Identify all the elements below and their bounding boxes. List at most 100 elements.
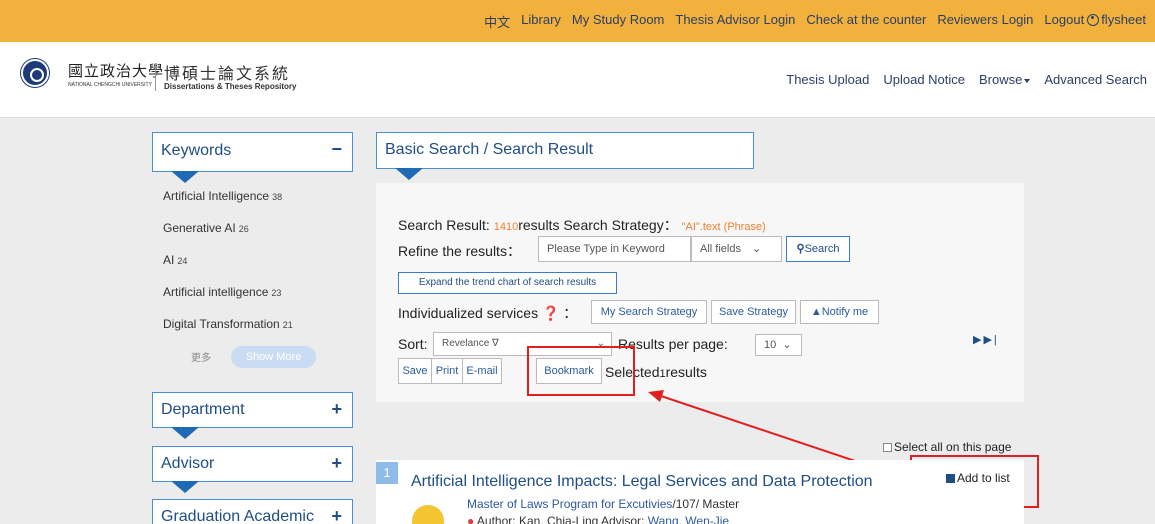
keyword-input[interactable]: Please Type in Keyword [538, 236, 691, 262]
expand-icon[interactable]: + [331, 453, 342, 474]
breadcrumb-text: Basic Search / Search Result [385, 141, 594, 158]
search-strategy: "AI".text (Phrase) [681, 221, 766, 233]
result-program-line: Master of Laws Program for Excutivies/10… [467, 497, 739, 511]
result-author-line: ● Author: Kan, Chia-Ling Advisor: Wang, … [467, 514, 729, 524]
facet-pointer-icon [171, 171, 199, 183]
individualized-services-label: Individualized services ❓ ： [398, 305, 578, 321]
breadcrumb-pointer-icon [395, 168, 423, 180]
chevron-down-icon: ⌄ [752, 243, 762, 255]
university-logo-sub: NATIONAL CHENGCHI UNIVERSITY [68, 82, 152, 88]
nav-browse-label: Browse [979, 72, 1023, 87]
advisor-facet-header[interactable]: Advisor + [152, 446, 353, 493]
keyword-label: Digital Transformation [163, 317, 280, 331]
keyword-label: Artificial Intelligence [163, 189, 270, 203]
sort-label: Sort: [398, 336, 428, 352]
selected-suffix: results [665, 364, 707, 380]
nav-thesis-upload[interactable]: Thesis Upload [786, 72, 869, 87]
main-nav: Thesis Upload Upload Notice Browse Advan… [786, 72, 1147, 87]
repository-title[interactable]: 博碩士論文系統 [164, 60, 290, 84]
keywords-facet-title: Keywords [161, 142, 232, 159]
refine-label: Refine the results： [398, 243, 521, 259]
save-button[interactable]: Save [398, 358, 432, 384]
author-label: Author: [476, 514, 516, 524]
help-icon[interactable]: ❓ [542, 305, 559, 321]
list-item[interactable]: Artificial intelligence 23 [163, 285, 293, 317]
keywords-facet-header[interactable]: Keywords − [152, 132, 353, 183]
bell-icon: ▲ [810, 306, 822, 318]
select-all-checkbox[interactable]: Select all on this page [883, 440, 1011, 454]
facet-pointer-icon [171, 427, 199, 439]
next-page-icon[interactable]: ▶ [973, 334, 983, 346]
list-item[interactable]: Digital Transformation 21 [163, 317, 293, 349]
breadcrumb: Basic Search / Search Result [376, 132, 754, 180]
logout-link[interactable]: Logout flysheet [1044, 12, 1146, 31]
keyword-count: 26 [238, 224, 249, 234]
collapse-icon[interactable]: − [331, 139, 342, 160]
search-icon: ⚲ [796, 243, 805, 255]
print-button[interactable]: Print [431, 358, 463, 384]
nav-browse[interactable]: Browse [979, 72, 1031, 87]
checked-checkbox-icon [946, 474, 955, 484]
list-item[interactable]: Artificial Intelligence 38 [163, 189, 293, 221]
result-title-link[interactable]: Artificial Intelligence Impacts: Legal S… [411, 473, 873, 491]
result-count: 1410 [493, 221, 519, 233]
advisor-link[interactable]: Wang, Wen-Jie [648, 514, 729, 524]
more-label[interactable]: 更多 [191, 349, 211, 364]
checkbox-icon [883, 443, 892, 453]
result-meta: /107/ Master [672, 497, 740, 511]
keyword-count: 21 [282, 320, 293, 330]
highlight-box-bookmark [527, 346, 635, 396]
graduation-facet-header[interactable]: Graduation Academic + [152, 499, 353, 524]
chevron-down-icon: ⌄ [782, 339, 792, 351]
expand-icon[interactable]: + [331, 506, 342, 524]
nav-advanced-search[interactable]: Advanced Search [1044, 72, 1147, 87]
notify-me-label: Notify me [821, 306, 869, 318]
expand-icon[interactable]: + [331, 399, 342, 420]
user-circle-icon [1087, 14, 1100, 26]
department-facet-header[interactable]: Department + [152, 392, 353, 439]
select-all-label: Select all on this page [894, 440, 1012, 454]
my-study-room-link[interactable]: My Study Room [572, 12, 664, 31]
university-seal-icon[interactable] [21, 59, 49, 87]
logo-divider [155, 63, 156, 91]
top-links: 中文 Library My Study Room Thesis Advisor … [484, 12, 1146, 31]
department-facet-title: Department [161, 401, 245, 418]
keyword-label: Artificial intelligence [163, 285, 269, 299]
language-link[interactable]: 中文 [484, 12, 510, 31]
result-number: 1 [376, 462, 398, 484]
university-logo-text[interactable]: 國立政治大學 [68, 60, 164, 81]
show-more-button[interactable]: Show More [231, 346, 316, 368]
reviewers-login-link[interactable]: Reviewers Login [937, 12, 1033, 31]
save-strategy-button[interactable]: Save Strategy [711, 300, 796, 324]
pager: ▶▶| [973, 333, 999, 346]
last-page-icon[interactable]: ▶| [983, 334, 998, 346]
keyword-label: AI [163, 253, 175, 267]
result-mid: results Search Strategy： [518, 217, 678, 233]
list-item[interactable]: AI 24 [163, 253, 293, 285]
repository-subtitle: Dissertations & Theses Repository [164, 82, 297, 91]
add-to-list-label: Add to list [957, 471, 1010, 485]
chevron-down-icon [1024, 78, 1031, 83]
keyword-count: 38 [272, 192, 283, 202]
sort-value: Revelance [442, 338, 490, 349]
add-to-list-checkbox[interactable]: Add to list [946, 471, 1010, 485]
email-button[interactable]: E-mail [462, 358, 502, 384]
field-select-value: All fields [700, 243, 741, 255]
expand-trend-chart-button[interactable]: Expand the trend chart of search results [398, 272, 617, 294]
check-at-counter-link[interactable]: Check at the counter [806, 12, 926, 31]
field-select[interactable]: All fields ⌄ [691, 236, 782, 262]
search-button[interactable]: ⚲Search [786, 236, 850, 262]
program-link[interactable]: Master of Laws Program for Excutivies [467, 497, 672, 511]
library-link[interactable]: Library [521, 12, 561, 31]
nav-upload-notice[interactable]: Upload Notice [883, 72, 965, 87]
list-item[interactable]: Generative AI 26 [163, 221, 293, 253]
thesis-advisor-login-link[interactable]: Thesis Advisor Login [675, 12, 795, 31]
sort-direction-icon: ∇ [492, 338, 499, 349]
results-per-page-select[interactable]: 10 ⌄ [755, 334, 802, 356]
my-search-strategy-button[interactable]: My Search Strategy [591, 300, 707, 324]
keyword-count: 23 [271, 288, 282, 298]
search-result-summary: Search Result: 1410results Search Strate… [398, 215, 766, 235]
advisor-label: Advisor: [601, 514, 645, 524]
individualized-text: Individualized services [398, 305, 539, 321]
notify-me-button[interactable]: ▲Notify me [800, 300, 879, 324]
